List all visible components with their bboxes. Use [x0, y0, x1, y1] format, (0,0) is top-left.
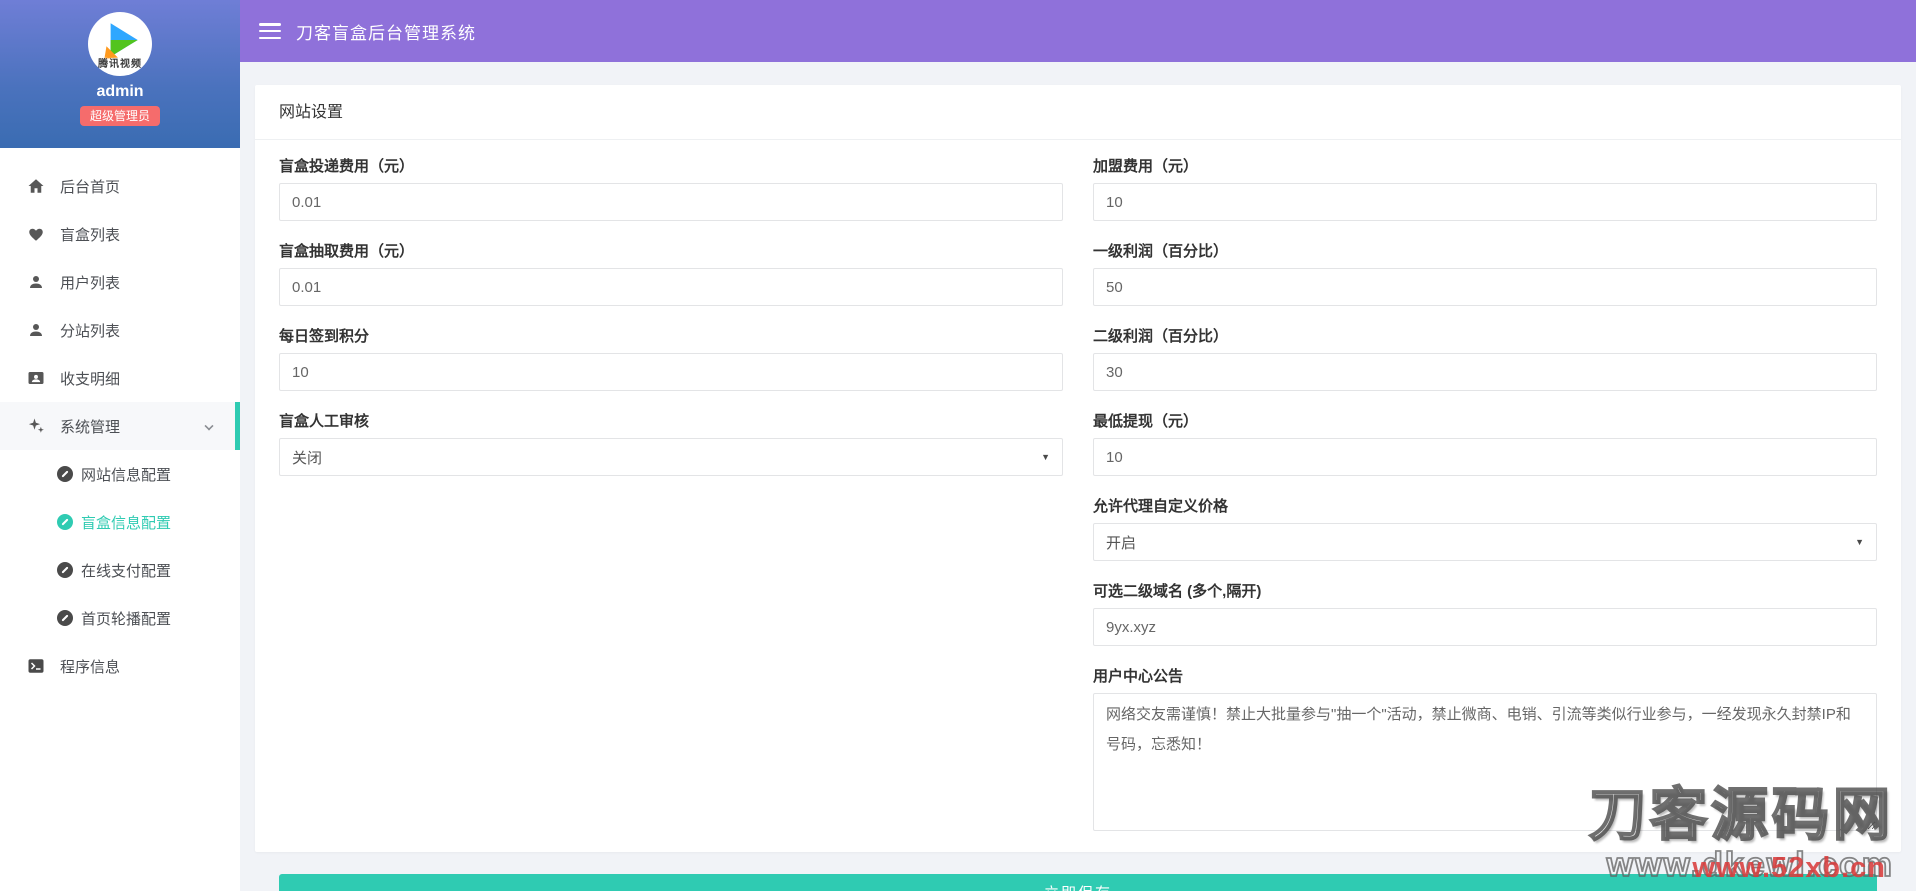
blindbox-delivery-fee-input[interactable] [279, 183, 1063, 221]
blindbox-manual-review-selected-value: 关闭 [292, 449, 323, 467]
sidebar-item-program-info[interactable]: 程序信息 [0, 642, 240, 690]
level1-profit-input[interactable] [1093, 268, 1877, 306]
field-franchise-fee: 加盟费用（元） [1093, 156, 1877, 221]
username: admin [96, 83, 144, 100]
sidebar-item-label: 盲盒列表 [60, 226, 121, 244]
app-title: 刀客盲盒后台管理系统 [296, 23, 476, 43]
franchise-fee-label: 加盟费用（元） [1093, 158, 1199, 175]
chevron-down-icon [204, 421, 214, 431]
field-allow-agent-custom-price: 允许代理自定义价格开启 ▼ [1093, 496, 1877, 561]
field-blindbox-delivery-fee: 盲盒投递费用（元） [279, 156, 1063, 221]
tencent-video-avatar: 腾讯视频 [88, 12, 152, 76]
sidebar-profile-header: 腾讯视频 admin 超级管理员 [0, 0, 240, 148]
sidebar-item-label: 用户列表 [60, 274, 121, 292]
min-withdrawal-input[interactable] [1093, 438, 1877, 476]
sidebar-subitem-box-info-config[interactable]: 盲盒信息配置 [0, 498, 240, 546]
min-withdrawal-label: 最低提现（元） [1093, 413, 1199, 430]
sidebar-item-label: 分站列表 [60, 322, 121, 340]
blindbox-manual-review-label: 盲盒人工审核 [279, 413, 370, 430]
franchise-fee-input[interactable] [1093, 183, 1877, 221]
field-level1-profit: 一级利润（百分比） [1093, 241, 1877, 306]
edit-circle-icon [57, 466, 73, 482]
form-column-right: 加盟费用（元） 一级利润（百分比） 二级利润（百分比） 最低提现（元） 允许代理自定义价… [1093, 156, 1877, 856]
sidebar-item-system-manage[interactable]: 系统管理 [0, 402, 240, 450]
sidebar-item-dashboard[interactable]: 后台首页 [0, 162, 240, 210]
level1-profit-label: 一级利润（百分比） [1093, 243, 1229, 260]
card-title: 网站设置 [255, 85, 1901, 140]
field-min-withdrawal: 最低提现（元） [1093, 411, 1877, 476]
settings-form: 盲盒投递费用（元） 盲盒抽取费用（元） 每日签到积分盲盒人工审核关闭 ▼ 加盟费用（元… [255, 140, 1901, 891]
heart-icon [27, 225, 45, 243]
sidebar-item-label: 收支明细 [60, 370, 121, 388]
sidebar-subitem-label: 盲盒信息配置 [81, 514, 172, 532]
user-icon [27, 273, 45, 291]
caret-down-icon: ▼ [1041, 452, 1050, 462]
contact-card-icon [27, 369, 45, 387]
field-user-center-notice: 用户中心公告 [1093, 666, 1877, 836]
main-content: 网站设置 盲盒投递费用（元） 盲盒抽取费用（元） 每日签到积分盲盒人工审核关闭 ▼ 加… [240, 62, 1916, 891]
allow-agent-custom-price-label: 允许代理自定义价格 [1093, 498, 1229, 515]
sidebar-item-box-list[interactable]: 盲盒列表 [0, 210, 240, 258]
blindbox-draw-fee-label: 盲盒抽取费用（元） [279, 243, 415, 260]
optional-subdomains-input[interactable] [1093, 608, 1877, 646]
sidebar-subitem-site-info-config[interactable]: 网站信息配置 [0, 450, 240, 498]
edit-circle-icon [57, 562, 73, 578]
user-center-notice-textarea[interactable] [1093, 693, 1877, 831]
sparkles-icon [27, 417, 45, 435]
role-badge: 超级管理员 [79, 106, 160, 126]
blindbox-draw-fee-input[interactable] [279, 268, 1063, 306]
field-level2-profit: 二级利润（百分比） [1093, 326, 1877, 391]
user-icon [27, 321, 45, 339]
sidebar-item-label: 程序信息 [60, 658, 121, 676]
sidebar-item-ledger[interactable]: 收支明细 [0, 354, 240, 402]
sidebar-item-label: 后台首页 [60, 178, 121, 196]
caret-down-icon: ▼ [1855, 537, 1864, 547]
form-column-left: 盲盒投递费用（元） 盲盒抽取费用（元） 每日签到积分盲盒人工审核关闭 ▼ [279, 156, 1063, 856]
sidebar-subitem-label: 网站信息配置 [81, 466, 172, 484]
allow-agent-custom-price-select[interactable]: 开启 ▼ [1093, 523, 1877, 561]
blindbox-delivery-fee-label: 盲盒投递费用（元） [279, 158, 415, 175]
field-blindbox-draw-fee: 盲盒抽取费用（元） [279, 241, 1063, 306]
optional-subdomains-label: 可选二级域名 (多个,隔开) [1093, 583, 1262, 600]
level2-profit-label: 二级利润（百分比） [1093, 328, 1229, 345]
home-icon [27, 177, 45, 195]
avatar-caption: 腾讯视频 [98, 59, 142, 70]
field-optional-subdomains: 可选二级域名 (多个,隔开) [1093, 581, 1877, 646]
field-blindbox-manual-review: 盲盒人工审核关闭 ▼ [279, 411, 1063, 476]
allow-agent-custom-price-selected-value: 开启 [1106, 534, 1137, 552]
edit-circle-icon [57, 514, 73, 530]
sidebar-subitem-home-carousel-config[interactable]: 首页轮播配置 [0, 594, 240, 642]
blindbox-manual-review-select[interactable]: 关闭 ▼ [279, 438, 1063, 476]
daily-signin-points-label: 每日签到积分 [279, 328, 370, 345]
terminal-icon [27, 657, 45, 675]
edit-circle-icon [57, 610, 73, 626]
level2-profit-input[interactable] [1093, 353, 1877, 391]
sidebar-item-site-list[interactable]: 分站列表 [0, 306, 240, 354]
field-daily-signin-points: 每日签到积分 [279, 326, 1063, 391]
daily-signin-points-input[interactable] [279, 353, 1063, 391]
sidebar-menu: 后台首页盲盒列表用户列表分站列表收支明细系统管理网站信息配置 盲盒信息配置 在线支付… [0, 148, 240, 690]
user-center-notice-label: 用户中心公告 [1093, 668, 1184, 685]
sidebar-subitem-label: 首页轮播配置 [81, 610, 172, 628]
hamburger-menu-icon[interactable] [259, 23, 281, 39]
sidebar: 腾讯视频 admin 超级管理员 后台首页盲盒列表用户列表分站列表收支明细系统管… [0, 0, 240, 891]
sidebar-item-user-list[interactable]: 用户列表 [0, 258, 240, 306]
top-header: 刀客盲盒后台管理系统 [240, 0, 1916, 62]
sidebar-item-label: 系统管理 [60, 418, 121, 436]
settings-card: 网站设置 盲盒投递费用（元） 盲盒抽取费用（元） 每日签到积分盲盒人工审核关闭 ▼ 加… [255, 85, 1901, 891]
save-button[interactable]: 立即保存 [279, 874, 1877, 891]
sidebar-subitem-online-pay-config[interactable]: 在线支付配置 [0, 546, 240, 594]
sidebar-subitem-label: 在线支付配置 [81, 562, 172, 580]
